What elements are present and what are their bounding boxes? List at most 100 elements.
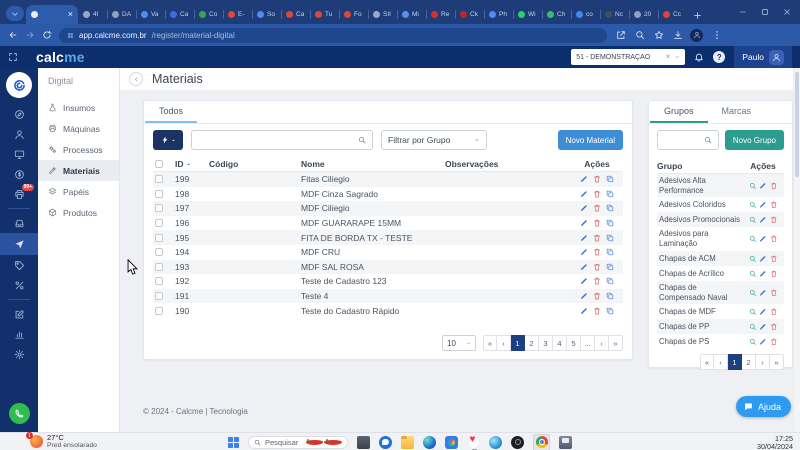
new-group-button[interactable]: Novo Grupo [724, 130, 784, 150]
page-button[interactable]: « [483, 335, 497, 351]
back-button[interactable] [129, 72, 143, 86]
page-button[interactable]: 1 [728, 354, 742, 371]
rail-item-production[interactable]: 99+ [0, 184, 38, 204]
rail-item-clients[interactable] [0, 124, 38, 144]
taskbar-icon-camera[interactable] [511, 435, 524, 450]
taskbar-icon-explorer[interactable] [401, 435, 414, 449]
sidebar-item-papéis[interactable]: Papéis [38, 181, 119, 202]
taskbar-icon-photos[interactable] [445, 435, 458, 450]
scrollbar-thumb[interactable] [795, 72, 799, 177]
view-button[interactable] [749, 182, 757, 190]
edit-button[interactable] [580, 219, 588, 227]
browser-tab[interactable]: DA [107, 5, 136, 24]
page-button[interactable]: › [756, 354, 770, 371]
quick-actions-button[interactable] [153, 130, 183, 150]
whatsapp-button[interactable] [8, 403, 30, 424]
taskbar-icon-chrome[interactable] [533, 433, 550, 450]
rail-item-settings[interactable] [0, 344, 38, 364]
row-checkbox[interactable] [155, 175, 163, 184]
sort-caret-icon[interactable] [186, 162, 191, 167]
groups-search-input[interactable] [664, 134, 700, 146]
edit-button[interactable] [580, 204, 588, 212]
rail-item-reports[interactable] [0, 324, 38, 344]
taskbar-icon-edge[interactable] [423, 435, 436, 450]
delete-button[interactable] [770, 323, 778, 331]
duplicate-button[interactable] [606, 307, 614, 315]
new-tab-button[interactable] [693, 11, 702, 20]
duplicate-button[interactable] [606, 263, 614, 271]
sidebar-item-insumos[interactable]: Insumos [38, 97, 119, 118]
delete-button[interactable] [593, 277, 601, 285]
delete-button[interactable] [770, 289, 778, 297]
browser-tab[interactable]: Ph [484, 5, 513, 24]
edit-button[interactable] [580, 277, 588, 285]
materials-search-input[interactable] [198, 134, 354, 146]
company-select[interactable]: 51 - DEMONSTRAÇÃO × [571, 49, 686, 65]
delete-button[interactable] [770, 338, 778, 346]
reload-button[interactable] [42, 30, 52, 40]
edit-button[interactable] [580, 248, 588, 256]
edit-button[interactable] [580, 263, 588, 271]
page-button[interactable]: 2 [742, 354, 756, 371]
delete-button[interactable] [770, 270, 778, 278]
bookmark-button[interactable] [654, 30, 664, 40]
page-button[interactable]: ‹ [497, 335, 511, 351]
view-button[interactable] [749, 338, 757, 346]
zoom-button[interactable] [635, 30, 645, 40]
row-checkbox[interactable] [155, 219, 163, 228]
browser-tab[interactable]: Wi [513, 5, 542, 24]
row-checkbox[interactable] [155, 306, 163, 315]
edit-button[interactable] [759, 289, 767, 297]
row-checkbox[interactable] [155, 189, 163, 198]
share-button[interactable] [616, 30, 626, 40]
delete-button[interactable] [593, 248, 601, 256]
delete-button[interactable] [770, 235, 778, 243]
browser-tab[interactable]: Ca [281, 5, 310, 24]
row-checkbox[interactable] [155, 292, 163, 301]
browser-tab[interactable]: E- [223, 5, 252, 24]
downloads-button[interactable] [673, 30, 683, 40]
view-button[interactable] [749, 308, 757, 316]
browser-tab[interactable]: Co [194, 5, 223, 24]
browser-tab[interactable]: So [252, 5, 281, 24]
select-all-checkbox[interactable] [155, 160, 163, 168]
sidebar-item-máquinas[interactable]: Máquinas [38, 118, 119, 139]
start-button[interactable] [228, 436, 239, 448]
rail-item-materials[interactable] [0, 233, 38, 255]
help-button[interactable]: Ajuda [735, 396, 791, 417]
duplicate-button[interactable] [606, 277, 614, 285]
delete-button[interactable] [593, 175, 601, 183]
browser-tab[interactable]: Nc [600, 5, 629, 24]
browser-tab-active[interactable]: × [26, 5, 78, 24]
edit-button[interactable] [759, 201, 767, 209]
edit-button[interactable] [580, 307, 588, 315]
duplicate-button[interactable] [606, 292, 614, 300]
rail-item-discounts[interactable] [0, 275, 38, 295]
edit-button[interactable] [759, 255, 767, 263]
edit-button[interactable] [759, 182, 767, 190]
page-size-select[interactable]: 10 [442, 335, 476, 351]
browser-tab[interactable]: 20 [629, 5, 658, 24]
edit-button[interactable] [580, 234, 588, 242]
new-material-button[interactable]: Novo Material [557, 130, 623, 150]
taskbar-clock[interactable]: 17:25 30/04/2024 [757, 434, 793, 450]
page-button[interactable]: 1 [511, 335, 525, 351]
row-checkbox[interactable] [155, 262, 163, 271]
view-button[interactable] [749, 323, 757, 331]
browser-tab[interactable]: Mi [397, 5, 426, 24]
maximize-button[interactable] [754, 0, 776, 24]
view-button[interactable] [749, 289, 757, 297]
browser-tab[interactable]: 4f [78, 5, 107, 24]
help-icon-button[interactable]: ? [713, 51, 726, 63]
browser-tab[interactable]: Tu [310, 5, 339, 24]
delete-button[interactable] [770, 255, 778, 263]
browser-profile-button[interactable] [690, 28, 703, 42]
page-button[interactable]: ‹ [714, 354, 728, 371]
view-button[interactable] [749, 235, 757, 243]
taskbar-icon-globe[interactable] [489, 435, 502, 449]
taskbar-search[interactable]: Pesquisar [248, 435, 348, 449]
edit-button[interactable] [759, 323, 767, 331]
browser-menu-button[interactable] [712, 30, 722, 40]
user-menu[interactable]: Paulo [734, 46, 792, 68]
page-button[interactable]: › [595, 335, 609, 351]
